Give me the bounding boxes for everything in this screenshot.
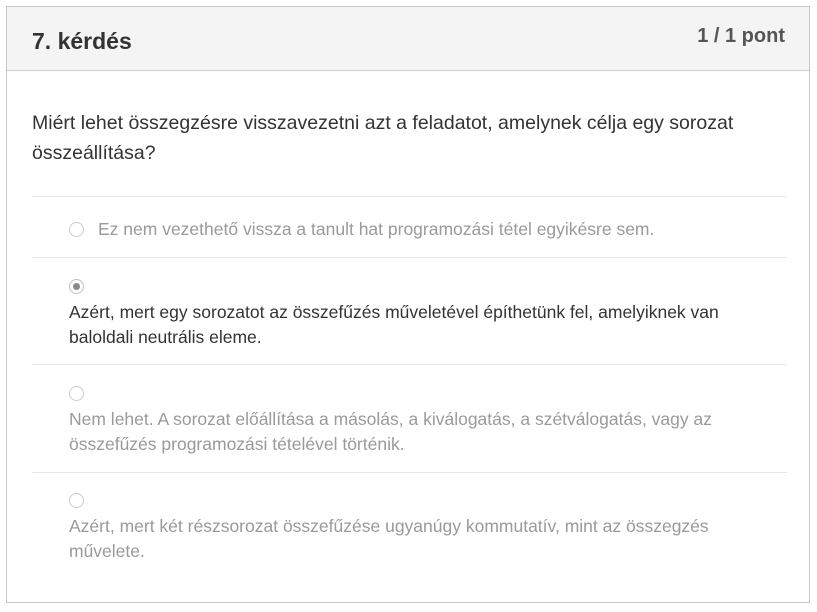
answer-option-3[interactable]: Nem lehet. A sorozat előállítása a másol… <box>69 386 759 457</box>
radio-option-3[interactable] <box>69 386 84 401</box>
answer-option-3-label: Nem lehet. A sorozat előállítása a másol… <box>69 409 712 454</box>
answer-option-1[interactable]: Ez nem vezethető vissza a tanult hat pro… <box>69 217 759 242</box>
option-divider <box>32 364 787 365</box>
answer-option-4[interactable]: Azért, mert két részsorozat összefűzése … <box>69 493 759 564</box>
question-points: 1 / 1 pont <box>697 25 785 47</box>
option-divider <box>32 257 787 258</box>
question-header: 7. kérdés 1 / 1 pont <box>7 7 809 71</box>
question-number: 7. kérdés <box>32 28 132 54</box>
option-divider <box>32 196 787 197</box>
radio-option-4[interactable] <box>69 493 84 508</box>
option-divider <box>32 472 787 473</box>
radio-option-2-selected[interactable] <box>69 279 84 294</box>
answer-option-1-label: Ez nem vezethető vissza a tanult hat pro… <box>98 219 655 239</box>
answer-option-2[interactable]: Azért, mert egy sorozatot az összefűzés … <box>69 279 759 350</box>
answer-option-4-label: Azért, mert két részsorozat összefűzése … <box>69 516 709 561</box>
radio-option-1[interactable] <box>69 222 84 237</box>
question-card: 7. kérdés 1 / 1 pont Miért lehet összegz… <box>6 6 810 603</box>
question-text: Miért lehet összegzésre visszavezetni az… <box>32 112 734 164</box>
answer-option-2-label: Azért, mert egy sorozatot az összefűzés … <box>69 302 719 347</box>
